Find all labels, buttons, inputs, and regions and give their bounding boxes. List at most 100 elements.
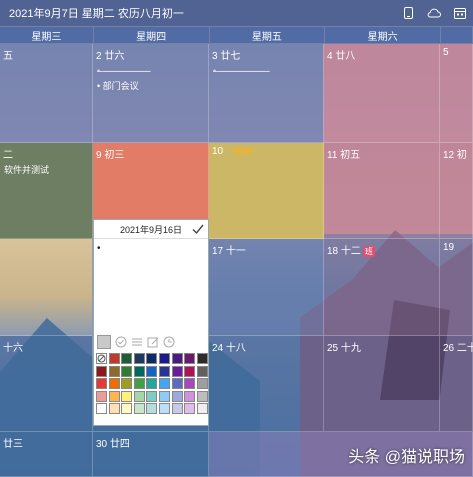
day-cell[interactable]: 24 十八 bbox=[209, 336, 324, 432]
check-icon[interactable] bbox=[192, 223, 204, 235]
day-cell[interactable]: 11 初五 bbox=[324, 143, 440, 239]
color-swatch[interactable] bbox=[184, 353, 196, 364]
event-item[interactable]: • 部门会议 bbox=[97, 79, 139, 92]
popup-header: 2021年9月16日 bbox=[94, 220, 208, 239]
color-swatch[interactable] bbox=[96, 365, 107, 377]
day-cell[interactable]: 十六 bbox=[0, 336, 93, 432]
color-swatch[interactable] bbox=[146, 365, 158, 377]
color-swatch[interactable] bbox=[196, 378, 208, 390]
color-swatch[interactable] bbox=[108, 365, 120, 377]
color-swatch[interactable] bbox=[171, 390, 183, 402]
color-swatch[interactable] bbox=[96, 403, 107, 415]
color-swatch[interactable] bbox=[171, 403, 183, 415]
color-swatch[interactable] bbox=[146, 403, 158, 415]
color-swatch[interactable] bbox=[146, 390, 158, 402]
day-cell[interactable]: 二 软件并测试 bbox=[0, 143, 93, 239]
color-swatch[interactable] bbox=[158, 403, 170, 415]
day-number: 11 初五 bbox=[327, 150, 361, 161]
day-number: 25 十九 bbox=[327, 343, 361, 354]
popup-toolbar bbox=[97, 335, 175, 349]
color-swatch[interactable] bbox=[133, 403, 145, 415]
color-swatch[interactable] bbox=[184, 365, 196, 377]
color-swatch[interactable] bbox=[184, 378, 196, 390]
day-cell[interactable]: 26 二十 bbox=[440, 336, 473, 432]
month-grid: 五 2 廿六 • ---------------- • 部门会议 3 廿七 • … bbox=[0, 44, 473, 477]
day-number: 4 廿八 bbox=[327, 51, 356, 62]
day-cell[interactable]: 18 十二班 bbox=[324, 239, 440, 336]
current-date-title: 2021年9月7日 星期二 农历八月初一 bbox=[9, 8, 184, 20]
color-swatch[interactable] bbox=[196, 365, 208, 377]
day-cell[interactable] bbox=[0, 239, 93, 336]
day-cell[interactable]: 5 bbox=[440, 44, 473, 143]
color-swatch[interactable] bbox=[184, 403, 196, 415]
day-cell[interactable]: 3 廿七 • ----------------- bbox=[209, 44, 324, 143]
color-swatch[interactable] bbox=[158, 353, 170, 364]
day-number: 廿三 bbox=[3, 439, 23, 450]
day-number: 24 十八 bbox=[212, 343, 246, 354]
clock-icon[interactable] bbox=[162, 336, 175, 349]
day-cell[interactable]: 12 初 bbox=[440, 143, 473, 239]
weekday-header: 星期三 星期四 星期五 星期六 bbox=[0, 27, 473, 43]
color-swatch[interactable] bbox=[96, 378, 107, 390]
day-cell[interactable]: 五 bbox=[0, 44, 93, 143]
event-item[interactable]: • ---------------- bbox=[97, 66, 151, 76]
day-number: 5 bbox=[443, 47, 449, 58]
day-cell[interactable]: 10 bbox=[209, 143, 324, 239]
event-item[interactable]: • ----------------- bbox=[213, 66, 270, 76]
color-swatch[interactable] bbox=[108, 378, 120, 390]
watermark: 头条 @猫说职场 bbox=[348, 449, 465, 466]
color-swatch[interactable] bbox=[171, 378, 183, 390]
cloud-icon[interactable] bbox=[427, 6, 441, 20]
selected-color-swatch[interactable] bbox=[97, 335, 111, 349]
day-cell[interactable]: 2 廿六 • ---------------- • 部门会议 bbox=[93, 44, 209, 143]
color-swatch[interactable] bbox=[158, 378, 170, 390]
weekday-label bbox=[441, 27, 472, 43]
color-swatch[interactable] bbox=[171, 365, 183, 377]
color-swatch[interactable] bbox=[121, 365, 133, 377]
color-swatch[interactable] bbox=[133, 353, 145, 364]
color-swatch[interactable] bbox=[121, 390, 133, 402]
color-swatch[interactable] bbox=[146, 378, 158, 390]
popup-date: 2021年9月16日 bbox=[119, 224, 183, 235]
color-swatch[interactable] bbox=[133, 378, 145, 390]
color-swatch[interactable] bbox=[108, 390, 120, 402]
color-swatch[interactable] bbox=[133, 365, 145, 377]
color-swatch[interactable] bbox=[184, 390, 196, 402]
day-number: 17 十一 bbox=[212, 246, 246, 257]
calendar-icon[interactable] bbox=[453, 6, 467, 20]
day-cell[interactable]: 17 十一 bbox=[209, 239, 324, 336]
phone-icon[interactable] bbox=[401, 6, 415, 20]
day-number: 19 bbox=[443, 242, 455, 253]
color-swatch[interactable] bbox=[108, 403, 120, 415]
color-swatch[interactable] bbox=[196, 403, 208, 415]
event-item[interactable]: 软件并测试 bbox=[4, 163, 49, 176]
color-swatch[interactable] bbox=[146, 353, 158, 364]
day-number: 26 二十 bbox=[443, 343, 473, 354]
day-cell[interactable]: 4 廿八 bbox=[324, 44, 440, 143]
weekday-label: 星期四 bbox=[93, 27, 209, 43]
day-number: 9 初三 bbox=[96, 150, 125, 161]
day-cell[interactable]: 廿三 bbox=[0, 432, 93, 477]
color-swatch[interactable] bbox=[121, 353, 133, 364]
day-number: 3 廿七 bbox=[212, 51, 241, 62]
day-cell[interactable]: 25 十九 bbox=[324, 336, 440, 432]
check-circle-icon[interactable] bbox=[114, 336, 127, 349]
day-number: 18 十二班 bbox=[327, 246, 375, 257]
color-swatch[interactable] bbox=[121, 378, 133, 390]
color-swatch[interactable] bbox=[196, 353, 208, 364]
color-swatch[interactable] bbox=[133, 390, 145, 402]
weekday-label: 星期六 bbox=[325, 27, 441, 43]
edit-icon[interactable] bbox=[146, 336, 159, 349]
day-cell[interactable]: 30 廿四 bbox=[93, 432, 209, 477]
no-color-icon[interactable] bbox=[96, 353, 107, 364]
color-swatch[interactable] bbox=[108, 353, 120, 364]
list-icon[interactable] bbox=[130, 336, 143, 349]
weekday-label: 星期五 bbox=[209, 27, 325, 43]
color-swatch[interactable] bbox=[196, 390, 208, 402]
day-cell[interactable]: 19 bbox=[440, 239, 473, 336]
color-swatch[interactable] bbox=[121, 403, 133, 415]
color-swatch[interactable] bbox=[158, 365, 170, 377]
color-swatch[interactable] bbox=[158, 390, 170, 402]
color-swatch[interactable] bbox=[96, 390, 107, 402]
color-swatch[interactable] bbox=[171, 353, 183, 364]
